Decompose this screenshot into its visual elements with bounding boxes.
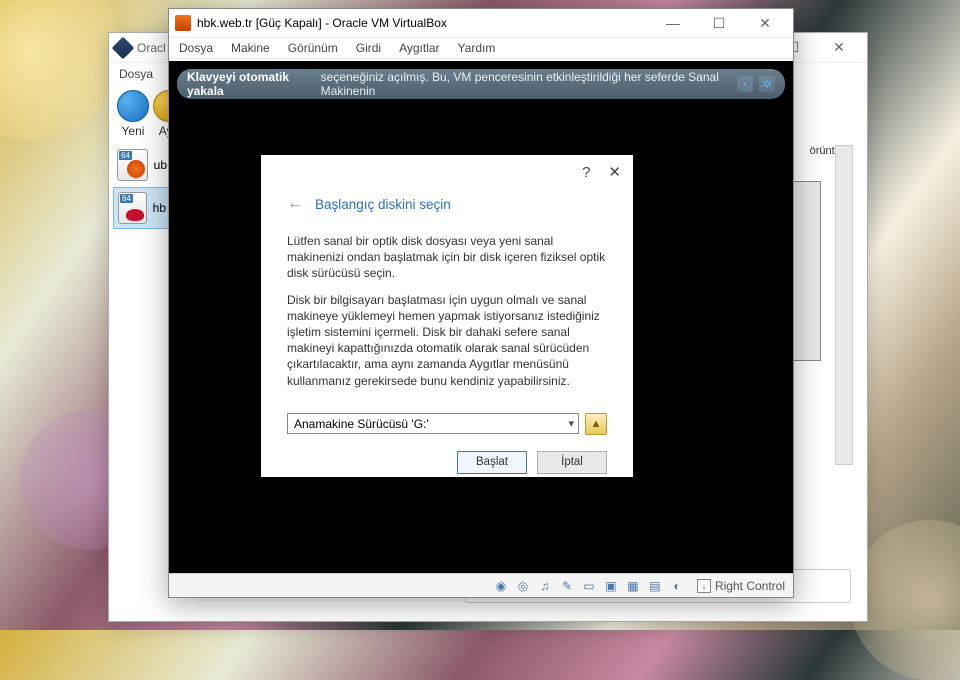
vm-icon [175, 15, 191, 31]
maximize-button[interactable]: ☐ [697, 9, 741, 37]
help-button[interactable]: ? [582, 164, 590, 181]
new-vm-button[interactable]: Yeni [117, 90, 149, 138]
notification-bar: Klavyeyi otomatik yakala seçeneğiniz açı… [177, 69, 785, 99]
record-icon[interactable]: ▤ [647, 578, 663, 594]
statusbar: ◉ ◎ ♫ ✎ ▭ ▣ ▦ ▤ ◐ ↓ Right Control [169, 573, 793, 597]
minimize-button[interactable]: — [651, 9, 695, 37]
host-key-indicator[interactable]: ↓ Right Control [697, 579, 785, 593]
titlebar: hbk.web.tr [Güç Kapalı] - Oracle VM Virt… [169, 9, 793, 37]
vm-item-ubuntu[interactable]: ub [113, 145, 171, 185]
cpu-icon[interactable]: ◐ [669, 578, 685, 594]
star-icon [117, 90, 149, 122]
back-arrow-icon[interactable]: ← [287, 195, 303, 213]
dialog-title: Başlangıç diskini seçin [315, 197, 451, 212]
startup-disk-dialog: ? ✕ ← Başlangıç diskini seçin Lütfen san… [261, 155, 633, 477]
menu-file[interactable]: Dosya [119, 67, 153, 81]
dismiss-icon[interactable]: ⓧ [737, 76, 753, 92]
menu-yardim[interactable]: Yardım [458, 41, 496, 55]
close-button[interactable]: ✕ [817, 34, 861, 62]
close-button[interactable]: ✕ [743, 9, 787, 37]
vm-display: Klavyeyi otomatik yakala seçeneğiniz açı… [169, 61, 793, 573]
vm-list: ub hb [113, 145, 171, 231]
menu-gorunum[interactable]: Görünüm [288, 41, 338, 55]
folder-icon[interactable]: ▭ [581, 578, 597, 594]
window-title: hbk.web.tr [Güç Kapalı] - Oracle VM Virt… [197, 16, 651, 30]
menu-makine[interactable]: Makine [231, 41, 270, 55]
arrow-down-icon: ↓ [697, 579, 711, 593]
harddisk-icon[interactable]: ◉ [493, 578, 509, 594]
menubar: Dosya Makine Görünüm Girdi Aygıtlar Yard… [169, 37, 793, 59]
usb-icon[interactable]: ✎ [559, 578, 575, 594]
browse-disk-button[interactable]: ▲ [585, 413, 607, 435]
redhat-icon [118, 192, 147, 224]
dialog-titlebar: ? ✕ [261, 155, 633, 189]
vm-item-hbk[interactable]: hb [113, 187, 171, 229]
close-button[interactable]: ✕ [608, 163, 621, 181]
start-button[interactable]: Başlat [457, 451, 527, 474]
instruction-p1: Lütfen sanal bir optik disk dosyası veya… [287, 233, 607, 282]
instruction-p2: Disk bir bilgisayarı başlatması için uyg… [287, 292, 607, 389]
scrollbar[interactable] [835, 145, 853, 465]
ubuntu-icon [117, 149, 148, 181]
menu-aygitlar[interactable]: Aygıtlar [399, 41, 439, 55]
suppress-icon[interactable]: ✲ [759, 76, 775, 92]
menu-dosya[interactable]: Dosya [179, 41, 213, 55]
cancel-button[interactable]: İptal [537, 451, 607, 474]
vm-window: hbk.web.tr [Güç Kapalı] - Oracle VM Virt… [168, 8, 794, 598]
disk-dropdown[interactable]: Anamakine Sürücüsü 'G:' [287, 413, 579, 434]
network-icon[interactable]: ▦ [625, 578, 641, 594]
optical-icon[interactable]: ◎ [515, 578, 531, 594]
menu-girdi[interactable]: Girdi [356, 41, 381, 55]
display-icon[interactable]: ▣ [603, 578, 619, 594]
audio-icon[interactable]: ♫ [537, 578, 553, 594]
virtualbox-icon [112, 36, 135, 59]
dialog-body: Lütfen sanal bir optik disk dosyası veya… [261, 223, 633, 413]
